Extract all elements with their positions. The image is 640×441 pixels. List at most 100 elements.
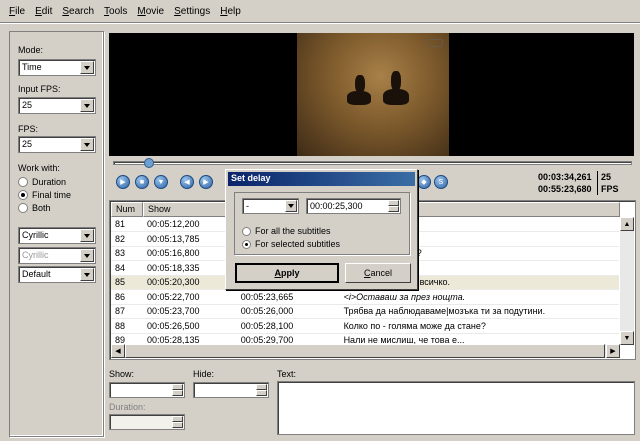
input-fps-select[interactable]: 25 — [18, 97, 96, 114]
column-header-num[interactable]: Num — [111, 202, 143, 217]
cell-hide: 00:05:26,000 — [236, 305, 340, 319]
spin-down-icon[interactable] — [388, 206, 399, 212]
set-delay-dialog: Set delay - 00:00:25,300 For all the sub… — [225, 169, 418, 290]
mode-select[interactable]: Time — [18, 59, 96, 76]
hide-time-stepper[interactable] — [256, 384, 267, 396]
style-value: Default — [22, 269, 51, 279]
radio-selected-subtitles[interactable]: For selected subtitles — [242, 239, 340, 249]
mode-label: Mode: — [18, 45, 44, 55]
seek-thumb[interactable] — [144, 158, 154, 168]
rider-figure — [391, 71, 401, 91]
charset-select[interactable]: Cyrillic — [18, 227, 96, 244]
scroll-up-icon[interactable]: ▲ — [620, 217, 634, 231]
charset-secondary-select: Cyrillic — [18, 247, 96, 264]
delay-time-value: 00:00:25,300 — [310, 201, 363, 211]
cell-num: 81 — [111, 218, 143, 232]
cell-show: 00:05:12,200 — [142, 218, 237, 232]
scroll-right-icon[interactable]: ▶ — [606, 344, 620, 358]
show-label: Show: — [109, 369, 135, 379]
radio-dot[interactable] — [18, 203, 28, 213]
menu-movie[interactable]: Movie — [132, 6, 169, 17]
horizontal-scroll-thumb[interactable] — [125, 344, 605, 358]
show-time-stepper[interactable] — [172, 384, 183, 396]
vertical-scrollbar[interactable]: ▲ ▼ — [620, 217, 634, 345]
cell-show: 00:05:18,335 — [142, 262, 237, 276]
column-header-show[interactable]: Show — [143, 202, 237, 217]
scroll-left-icon[interactable]: ◀ — [111, 344, 125, 358]
settings-panel: Mode: Time Input FPS: 25 FPS: 25 Work wi… — [9, 31, 104, 437]
cell-num: 88 — [111, 320, 143, 334]
video-frame — [297, 33, 449, 156]
chevron-down-icon — [80, 249, 94, 262]
charset-value: Cyrillic — [22, 230, 49, 240]
duration-stepper — [172, 416, 183, 428]
spin-down-icon[interactable] — [256, 390, 267, 396]
cell-show: 00:05:13,785 — [142, 233, 237, 247]
spin-down-icon[interactable] — [172, 390, 183, 396]
hide-time-input[interactable] — [193, 382, 269, 398]
menu-help[interactable]: Help — [215, 6, 246, 17]
cell-num: 86 — [111, 291, 143, 305]
radio-dot[interactable] — [18, 177, 28, 187]
chevron-down-icon[interactable] — [285, 200, 297, 212]
fps-select[interactable]: 25 — [18, 136, 96, 153]
work-with-label: Work with: — [18, 163, 60, 173]
cell-num: 82 — [111, 233, 143, 247]
menu-tools[interactable]: Tools — [99, 6, 132, 17]
play-icon[interactable]: ▶ — [116, 175, 130, 189]
rewind-icon[interactable]: ◀ — [180, 175, 194, 189]
delay-sign-select[interactable]: - — [242, 198, 299, 214]
delay-time-input[interactable]: 00:00:25,300 — [306, 198, 401, 214]
cell-show: 00:05:16,800 — [142, 247, 237, 261]
style-select[interactable]: Default — [18, 266, 96, 283]
chevron-down-icon[interactable] — [80, 229, 94, 242]
cell-text: <i>Оставаш за през нощта. — [339, 291, 619, 305]
menu-search[interactable]: Search — [57, 6, 99, 17]
horizontal-scrollbar[interactable]: ◀ ▶ — [111, 344, 620, 358]
radio-dot-selected[interactable] — [18, 190, 28, 200]
cell-show: 00:05:26,500 — [142, 320, 237, 334]
duration-label: Duration: — [109, 402, 146, 412]
cell-num: 83 — [111, 247, 143, 261]
subtitle-text-input[interactable] — [277, 381, 635, 435]
cell-text: Колко по - голяма може да стане? — [339, 320, 619, 334]
chevron-down-icon[interactable] — [80, 99, 94, 112]
pause-icon[interactable]: ■ — [135, 175, 149, 189]
scroll-down-icon[interactable]: ▼ — [620, 331, 634, 345]
menu-file[interactable]: File — [4, 6, 30, 17]
radio-duration[interactable]: Duration — [18, 177, 66, 187]
set-end-icon[interactable]: S — [434, 175, 448, 189]
delay-sign-value: - — [246, 201, 249, 211]
show-time-input[interactable] — [109, 382, 185, 398]
radio-final-time[interactable]: Final time — [18, 190, 71, 200]
chevron-down-icon[interactable] — [80, 268, 94, 281]
delay-time-stepper[interactable] — [388, 200, 399, 212]
video-preview[interactable] — [109, 33, 634, 156]
chevron-down-icon[interactable] — [80, 61, 94, 74]
cell-hide: 00:05:23,665 — [236, 291, 340, 305]
seek-bar[interactable] — [113, 161, 632, 165]
dialog-title[interactable]: Set delay — [228, 172, 415, 186]
fps-unit-display: FPS — [601, 184, 619, 194]
set-start-icon[interactable]: ◆ — [417, 175, 431, 189]
table-row[interactable]: 87 00:05:23,700 00:05:26,000 Трябва да набл… — [111, 305, 619, 319]
current-time: 00:03:34,261 — [538, 172, 592, 182]
table-row[interactable]: 88 00:05:26,500 00:05:28,100 Колко по - гол… — [111, 320, 619, 334]
radio-dot[interactable] — [242, 226, 251, 236]
radio-both[interactable]: Both — [18, 203, 51, 213]
cell-num: 85 — [111, 276, 143, 290]
cancel-button[interactable]: Cancel — [345, 263, 411, 283]
stop-icon[interactable]: ▼ — [154, 175, 168, 189]
channel-logo-icon — [427, 39, 443, 47]
chevron-down-icon[interactable] — [80, 138, 94, 151]
forward-icon[interactable]: ▶ — [199, 175, 213, 189]
apply-button[interactable]: Apply — [235, 263, 339, 283]
fps-value: 25 — [22, 139, 33, 149]
table-row[interactable]: 86 00:05:22,700 00:05:23,665 <i>Оставаш за … — [111, 291, 619, 305]
radio-all-subtitles[interactable]: For all the subtitles — [242, 226, 331, 236]
radio-dot-selected[interactable] — [242, 239, 251, 249]
menu-divider — [0, 22, 640, 24]
hide-label: Hide: — [193, 369, 215, 379]
menu-settings[interactable]: Settings — [169, 6, 215, 17]
menu-edit[interactable]: Edit — [30, 6, 57, 17]
